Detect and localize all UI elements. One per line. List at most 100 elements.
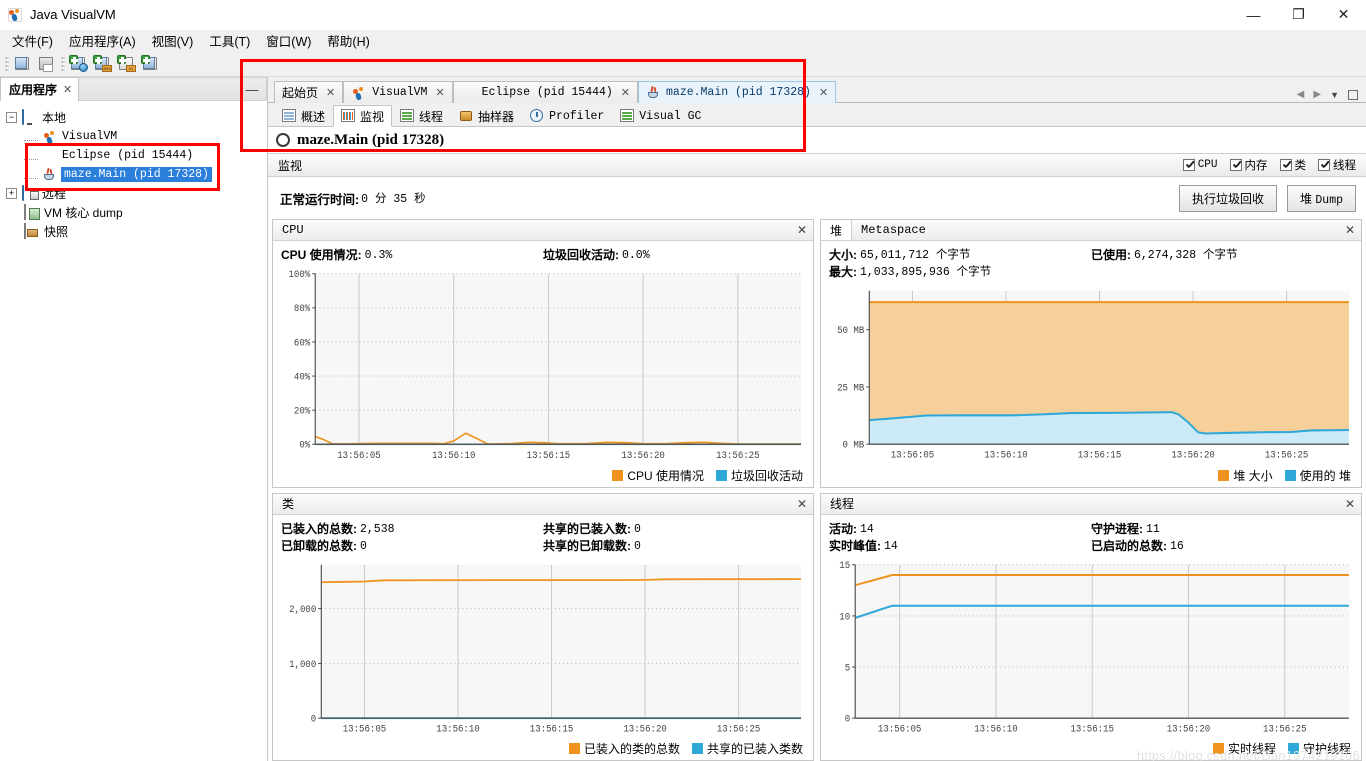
tab-monitor[interactable]: 监视 [333, 105, 393, 127]
close-icon[interactable]: ✕ [816, 86, 828, 100]
menu-window[interactable]: 窗口(W) [258, 29, 319, 52]
menu-tools[interactable]: 工具(T) [201, 29, 258, 52]
checkbox-icon[interactable] [1182, 159, 1195, 171]
applications-tree: − 本地 VisualVM Eclipse (pid 15444) maze.M… [0, 101, 267, 761]
heap-dump-label-cjk: 堆 [1300, 191, 1313, 206]
threads-chart[interactable]: 0 5 10 15 13:56:05 13:56:10 13:56:15 13:56:20 13… [829, 558, 1353, 739]
menu-applications[interactable]: 应用程序(A) [61, 29, 144, 52]
tab-scroll-prev-icon[interactable]: ◀ [1297, 89, 1305, 100]
add-jmx-icon: JMX [93, 54, 112, 72]
tab-label: 起始页 [282, 86, 319, 100]
tab-overview[interactable]: 概述 [274, 105, 333, 127]
tree-item-eclipse[interactable]: Eclipse (pid 15444) [6, 146, 267, 165]
svg-text:13:56:05: 13:56:05 [891, 449, 935, 461]
uptime-value: 0 分 35 秒 [361, 193, 426, 206]
add-remote-host-button[interactable] [68, 53, 90, 75]
stat-value: 0 [634, 522, 641, 536]
heap-dump-button[interactable]: 堆 Dump [1287, 184, 1356, 212]
tree-item-maze-main[interactable]: maze.Main (pid 17328) [6, 165, 267, 184]
chevron-down-icon[interactable]: ▼ [1330, 90, 1339, 100]
legend-item: 垃圾回收活动 [715, 467, 803, 484]
tab-maze-main[interactable]: maze.Main (pid 17328) ✕ [638, 81, 837, 103]
perform-gc-button[interactable]: 执行垃圾回收 [1179, 184, 1278, 212]
open-snapshot-button[interactable] [12, 53, 34, 75]
close-button[interactable]: ✕ [1321, 0, 1366, 30]
tree-item-remote[interactable]: + 远程 [6, 184, 267, 203]
heap-legend: 堆 大小 使用的 堆 [829, 465, 1353, 485]
classes-loaded-stat: 已装入的总数: 2,538 [281, 521, 543, 538]
close-icon[interactable]: ✕ [791, 494, 813, 514]
tab-scroll-next-icon[interactable]: ▶ [1313, 89, 1321, 100]
tree-item-visualvm[interactable]: VisualVM [6, 127, 267, 146]
expander-icon[interactable]: + [6, 188, 17, 199]
sidebar-tab-applications[interactable]: 应用程序 ✕ [0, 77, 80, 101]
add-vm-coredump-button[interactable]: 01 [116, 53, 138, 75]
sidebar-minimize-button[interactable]: — [244, 82, 266, 97]
close-icon[interactable]: ✕ [1339, 494, 1361, 514]
checkbox-memory[interactable]: 内存 [1229, 157, 1268, 173]
menu-help[interactable]: 帮助(H) [319, 29, 377, 52]
stat-key: CPU 使用情况: [281, 248, 362, 262]
classes-chart[interactable]: 0 1,000 2,000 13:56:05 13:56:10 13:56:15 13:56… [281, 558, 805, 739]
tab-visualvm[interactable]: VisualVM ✕ [343, 81, 453, 103]
legend-label: 已装入的类的总数 [583, 742, 680, 756]
overview-icon [282, 109, 297, 123]
tab-visual-gc[interactable]: Visual GC [612, 105, 709, 127]
cpu-chart[interactable]: 0% 20% 40% 60% 80% 100% 13:56:05 13:56:10 13:56:… [281, 267, 805, 465]
cpu-panel-title: CPU [282, 223, 304, 237]
maximize-button[interactable]: ❐ [1276, 0, 1321, 30]
sidebar-tab-row: 应用程序 ✕ — [0, 77, 267, 101]
checkbox-icon[interactable] [1229, 159, 1242, 171]
checkbox-icon[interactable] [1279, 159, 1292, 171]
tree-branch-line [24, 151, 38, 160]
heap-tab[interactable]: 堆 [821, 220, 853, 240]
menu-file[interactable]: 文件(F) [4, 29, 61, 52]
stat-key: 守护进程: [1091, 521, 1143, 536]
checkbox-icon[interactable] [1318, 159, 1330, 171]
tree-item-vm-coredump[interactable]: VM 核心 dump [6, 203, 267, 222]
svg-text:13:56:05: 13:56:05 [343, 723, 387, 735]
close-icon[interactable]: ✕ [323, 86, 335, 100]
gc-activity-stat: 垃圾回收活动: 0.0% [543, 247, 805, 264]
tree-item-snapshot[interactable]: 快照 [6, 222, 267, 241]
checkbox-threads[interactable]: 线程 [1318, 157, 1356, 173]
stat-key: 已使用: [1091, 248, 1131, 262]
legend-swatch [612, 469, 624, 481]
toolbar-grip-2[interactable] [61, 55, 65, 72]
tab-eclipse[interactable]: Eclipse (pid 15444) ✕ [452, 81, 639, 103]
close-icon[interactable]: ✕ [432, 86, 444, 100]
tab-sampler[interactable]: 抽样器 [451, 105, 522, 127]
close-icon[interactable]: ✕ [63, 83, 72, 96]
save-snapshot-button[interactable] [36, 53, 58, 75]
close-icon[interactable]: ✕ [791, 220, 813, 240]
main-area: 应用程序 ✕ — − 本地 VisualVM Eclipse (pid 1544… [0, 59, 1366, 761]
heap-chart[interactable]: 0 MB 25 MB 50 MB 13:56:05 13:56:10 13:56:15 13… [829, 284, 1353, 465]
process-header: maze.Main (pid 17328) [268, 127, 1366, 153]
maximize-icon[interactable] [1348, 89, 1358, 100]
close-icon[interactable]: ✕ [1339, 220, 1361, 240]
stat-value: 0 [634, 539, 641, 553]
tab-start-page[interactable]: 起始页 ✕ [274, 81, 344, 103]
svg-text:13:56:10: 13:56:10 [436, 723, 480, 735]
checkbox-classes[interactable]: 类 [1279, 157, 1306, 173]
toolbar-grip[interactable] [5, 55, 9, 72]
cpu-legend: CPU 使用情况 垃圾回收活动 [281, 465, 805, 485]
metaspace-tab[interactable]: Metaspace [852, 220, 935, 240]
expander-icon[interactable]: − [6, 112, 17, 123]
menu-view[interactable]: 视图(V) [144, 29, 202, 52]
add-snapshot-button[interactable] [140, 53, 162, 75]
eclipse-icon [42, 148, 58, 164]
close-icon[interactable]: ✕ [618, 86, 630, 100]
tree-item-local[interactable]: − 本地 [6, 108, 267, 127]
monitor-chart-icon [341, 109, 356, 123]
tab-profiler[interactable]: Profiler [522, 105, 612, 127]
checkbox-cpu[interactable]: CPU [1182, 159, 1218, 171]
svg-text:13:56:10: 13:56:10 [432, 449, 476, 461]
legend-label: 使用的 堆 [1299, 468, 1351, 483]
minimize-button[interactable]: — [1231, 0, 1276, 30]
classes-panel-body: 已装入的总数: 2,538 共享的已装入数: 0 已卸载的总数: 0 共享的已卸… [273, 515, 813, 761]
uptime-label: 正常运行时间: [280, 192, 360, 207]
charts-row-top: CPU ✕ CPU 使用情况: 0.3% 垃圾回收活动: 0.0% 0% 20%… [272, 219, 1362, 488]
tab-threads[interactable]: 线程 [392, 105, 451, 127]
add-jmx-connection-button[interactable]: JMX [92, 53, 114, 75]
